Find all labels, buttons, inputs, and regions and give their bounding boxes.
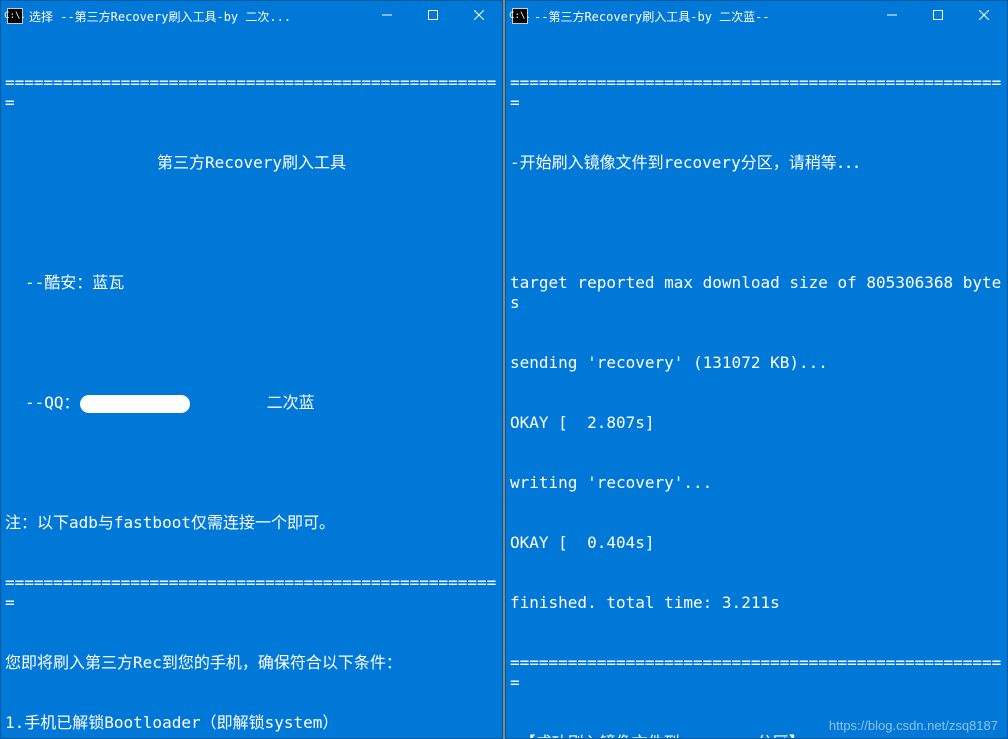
okay-line: OKAY [ 0.404s] (510, 533, 1003, 553)
target-line: target reported max download size of 805… (510, 273, 1003, 313)
tool-title: 第三方Recovery刷入工具 (5, 153, 498, 173)
console-left[interactable]: ========================================… (1, 31, 502, 738)
minimize-button[interactable] (869, 1, 915, 31)
success-flash: -【成功刷入镜像文件到recovery分区】 (510, 733, 1003, 738)
condition-1: 1.手机已解锁Bootloader（即解锁system） (5, 713, 498, 733)
writing-line: writing 'recovery'... (510, 473, 1003, 493)
titlebar-right[interactable]: C:\. --第三方Recovery刷入工具-by 二次蓝-- (506, 1, 1007, 31)
close-button[interactable] (961, 1, 1007, 31)
left-console-window: C:\. 选择 --第三方Recovery刷入工具-by 二次... =====… (0, 0, 503, 739)
cmd-icon: C:\. (7, 8, 23, 24)
blank (5, 333, 498, 353)
maximize-icon (933, 9, 943, 23)
okay-line: OKAY [ 2.807s] (510, 413, 1003, 433)
separator: ========================================… (5, 73, 498, 113)
blank (510, 213, 1003, 233)
close-icon (979, 9, 989, 23)
separator: ========================================… (510, 653, 1003, 693)
watermark: https://blog.csdn.net/zsq8187 (829, 718, 998, 733)
window-title-left: 选择 --第三方Recovery刷入工具-by 二次... (29, 8, 364, 25)
blank (5, 213, 498, 233)
sending-line: sending 'recovery' (131072 KB)... (510, 353, 1003, 373)
start-flash: -开始刷入镜像文件到recovery分区，请稍等．．． (510, 153, 1003, 173)
maximize-button[interactable] (915, 1, 961, 31)
close-button[interactable] (456, 1, 502, 31)
maximize-button[interactable] (410, 1, 456, 31)
close-icon (474, 9, 484, 23)
window-title-right: --第三方Recovery刷入工具-by 二次蓝-- (534, 8, 869, 25)
minimize-button[interactable] (364, 1, 410, 31)
console-right[interactable]: ========================================… (506, 31, 1007, 738)
qq-line: --QQ： 二次蓝 (5, 393, 498, 413)
conditions-intro: 您即将刷入第三方Rec到您的手机，确保符合以下条件： (5, 653, 498, 673)
separator: ========================================… (510, 73, 1003, 113)
separator: ========================================… (5, 573, 498, 613)
cmd-icon: C:\. (512, 8, 528, 24)
right-console-window: C:\. --第三方Recovery刷入工具-by 二次蓝-- ========… (505, 0, 1008, 739)
note-line: 注：以下adb与fastboot仅需连接一个即可。 (5, 513, 498, 533)
minimize-icon (382, 9, 392, 23)
redacted-qq (80, 395, 190, 413)
titlebar-left[interactable]: C:\. 选择 --第三方Recovery刷入工具-by 二次... (1, 1, 502, 31)
blank (5, 453, 498, 473)
minimize-icon (887, 9, 897, 23)
finished-line: finished. total time: 3.211s (510, 593, 1003, 613)
coolapk-line: --酷安：蓝瓦 (5, 273, 498, 293)
maximize-icon (428, 9, 438, 23)
